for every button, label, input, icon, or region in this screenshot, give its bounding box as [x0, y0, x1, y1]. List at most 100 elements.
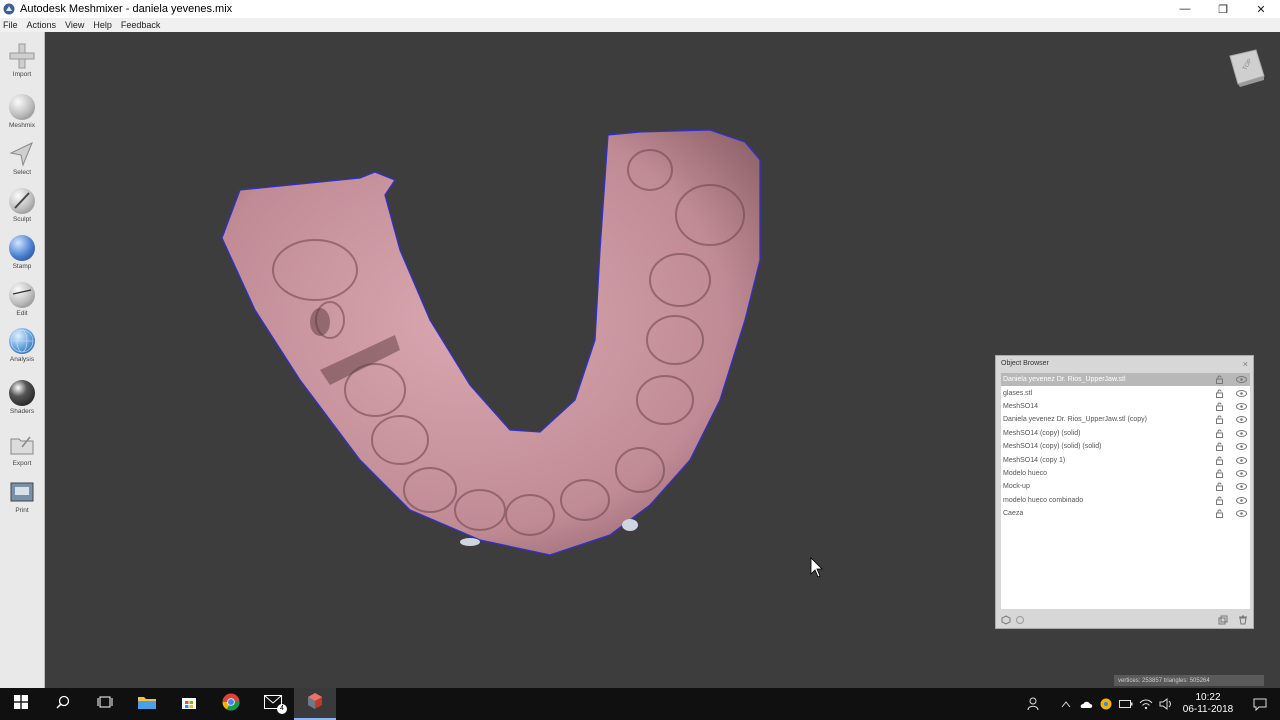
lock-icon[interactable] [1214, 468, 1225, 478]
visibility-eye-icon[interactable] [1236, 468, 1247, 478]
object-browser-header[interactable]: Object Browser × [996, 356, 1253, 371]
visibility-eye-icon[interactable] [1236, 495, 1247, 505]
folder-icon [138, 695, 156, 714]
lock-icon[interactable] [1214, 509, 1225, 519]
clock-date: 06-11-2018 [1182, 704, 1234, 715]
visibility-eye-icon[interactable] [1236, 455, 1247, 465]
visibility-eye-icon[interactable] [1236, 482, 1247, 492]
mail-badge: 4 [277, 704, 287, 714]
visibility-eye-icon[interactable] [1236, 375, 1247, 385]
tool-edit[interactable]: Edit [0, 277, 44, 323]
tool-meshmix[interactable]: Meshmix [0, 89, 44, 135]
menu-feedback[interactable]: Feedback [121, 20, 161, 30]
lock-icon[interactable] [1214, 415, 1225, 425]
onedrive-cloud-icon[interactable] [1076, 688, 1096, 720]
lock-icon[interactable] [1214, 388, 1225, 398]
view-cube[interactable]: TOP [1226, 46, 1268, 88]
people-icon[interactable] [1012, 688, 1056, 720]
object-row[interactable]: MeshSO14 (copy) (solid) [1001, 427, 1250, 440]
duplicate-object-icon[interactable] [1218, 612, 1228, 630]
start-button[interactable] [0, 688, 42, 720]
menu-view[interactable]: View [65, 20, 84, 30]
store-button[interactable] [168, 688, 210, 720]
object-name: Modelo hueco [1003, 469, 1047, 477]
object-list: Daniela yevenez Dr. Rios_UpperJaw.stlgla… [1001, 373, 1250, 609]
plus-icon [8, 42, 36, 70]
chrome-button[interactable] [210, 688, 252, 720]
object-row[interactable]: MeshSO14 (copy 1) [1001, 453, 1250, 466]
meshmixer-logo-icon [3, 3, 15, 15]
tool-print[interactable]: Print [0, 474, 44, 520]
visibility-eye-icon[interactable] [1236, 428, 1247, 438]
object-cube-icon[interactable] [1001, 612, 1011, 630]
lock-icon[interactable] [1214, 428, 1225, 438]
object-row[interactable]: glases.stl [1001, 386, 1250, 399]
action-center-icon[interactable] [1240, 688, 1280, 720]
object-row[interactable]: Caeza [1001, 507, 1250, 520]
show-hidden-icons-chevron-icon[interactable] [1056, 688, 1076, 720]
tool-sculpt[interactable]: Sculpt [0, 183, 44, 229]
tool-analysis[interactable]: Analysis [0, 323, 44, 369]
mail-button[interactable]: 4 [252, 688, 294, 720]
title-bar[interactable]: Autodesk Meshmixer - daniela yevenes.mix… [0, 0, 1280, 18]
delete-object-icon[interactable] [1238, 612, 1248, 630]
window-title: Autodesk Meshmixer - daniela yevenes.mix [20, 3, 233, 15]
object-row[interactable]: MeshSO14 (copy) (solid) (solid) [1001, 440, 1250, 453]
select-arrow-icon [8, 140, 36, 168]
search-icon [56, 695, 70, 714]
object-browser-close-icon[interactable]: × [1243, 359, 1248, 369]
wifi-icon[interactable] [1136, 688, 1156, 720]
maximize-button[interactable]: ❐ [1204, 0, 1242, 18]
meshmixer-taskbar-icon [306, 692, 324, 715]
object-row[interactable]: MeshSO14 [1001, 400, 1250, 413]
meshmixer-taskbar-button[interactable] [294, 688, 336, 720]
clock-time: 10:22 [1195, 692, 1221, 703]
taskbar-clock[interactable]: 10:22 06-11-2018 [1176, 692, 1240, 716]
tool-shaders[interactable]: Shaders [0, 375, 44, 421]
lock-icon[interactable] [1214, 482, 1225, 492]
visibility-eye-icon[interactable] [1236, 509, 1247, 519]
object-row[interactable]: modelo hueco combinado [1001, 494, 1250, 507]
file-explorer-button[interactable] [126, 688, 168, 720]
object-name: Daniela yevenez Dr. Rios_UpperJaw.stl (c… [1003, 416, 1147, 424]
visibility-eye-icon[interactable] [1236, 442, 1247, 452]
mesh-stats: vertices: 253857 triangles: 505264 [1114, 675, 1264, 686]
edit-sphere-icon [8, 281, 36, 309]
object-row[interactable]: Mock-up [1001, 480, 1250, 493]
lock-icon[interactable] [1214, 375, 1225, 385]
task-view-button[interactable] [84, 688, 126, 720]
battery-icon[interactable] [1116, 688, 1136, 720]
visibility-eye-icon[interactable] [1236, 415, 1247, 425]
menu-file[interactable]: File [3, 20, 18, 30]
object-row[interactable]: Modelo hueco [1001, 467, 1250, 480]
export-folder-icon [8, 431, 36, 459]
chrome-tray-icon[interactable] [1096, 688, 1116, 720]
close-button[interactable]: ✕ [1242, 0, 1280, 18]
object-name: glases.stl [1003, 389, 1033, 397]
visibility-eye-icon[interactable] [1236, 401, 1247, 411]
lock-icon[interactable] [1214, 495, 1225, 505]
tool-import[interactable]: Import [0, 38, 44, 84]
system-tray: 10:22 06-11-2018 [1012, 688, 1280, 720]
meshmix-sphere-icon [8, 93, 36, 121]
lock-icon[interactable] [1214, 455, 1225, 465]
menu-help[interactable]: Help [93, 20, 112, 30]
search-button[interactable] [42, 688, 84, 720]
minimize-button[interactable]: — [1166, 0, 1204, 18]
stamp-sphere-icon [8, 234, 36, 262]
volume-icon[interactable] [1156, 688, 1176, 720]
lock-icon[interactable] [1214, 442, 1225, 452]
tool-export[interactable]: Export [0, 427, 44, 473]
meshmixer-window: Autodesk Meshmixer - daniela yevenes.mix… [0, 0, 1280, 720]
object-row[interactable]: Daniela yevenez Dr. Rios_UpperJaw.stl (c… [1001, 413, 1250, 426]
menu-actions[interactable]: Actions [27, 20, 57, 30]
object-name: MeshSO14 (copy 1) [1003, 456, 1066, 464]
tool-stamp[interactable]: Stamp [0, 230, 44, 276]
windows-logo-icon [14, 694, 28, 714]
object-browser-footer [996, 614, 1253, 628]
object-row[interactable]: Daniela yevenez Dr. Rios_UpperJaw.stl [1001, 373, 1250, 387]
visibility-eye-icon[interactable] [1236, 388, 1247, 398]
tool-select[interactable]: Select [0, 136, 44, 182]
object-history-icon[interactable] [1015, 612, 1025, 630]
lock-icon[interactable] [1214, 401, 1225, 411]
